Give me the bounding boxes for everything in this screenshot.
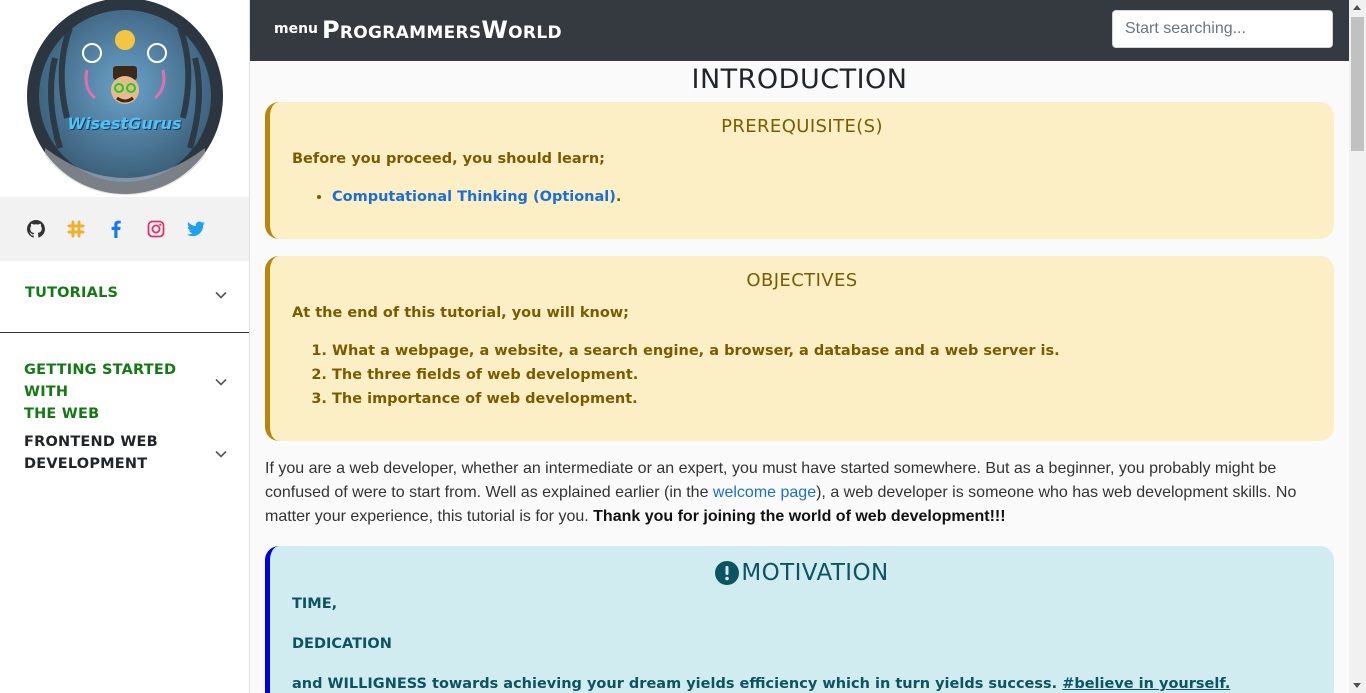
brand-title[interactable]: ProgrammersWorld bbox=[322, 16, 562, 44]
list-item: The three fields of web development. bbox=[332, 363, 1312, 387]
motivation-heading-text: MOTIVATION bbox=[741, 560, 889, 586]
social-links bbox=[0, 197, 249, 261]
prerequisite-link[interactable]: Computational Thinking (Optional) bbox=[332, 189, 616, 205]
intro-paragraph: If you are a web developer, whether an i… bbox=[265, 457, 1334, 529]
nav-getting-started-label-line1: GETTING STARTED WITH bbox=[24, 362, 177, 400]
list-item: Computational Thinking (Optional). bbox=[332, 185, 1312, 209]
paragraph-bold-text: Thank you for joining the world of web d… bbox=[593, 508, 1006, 525]
slack-icon[interactable] bbox=[66, 219, 86, 239]
prerequisites-heading: PREREQUISITE(S) bbox=[721, 116, 883, 137]
prerequisites-list: Computational Thinking (Optional). bbox=[292, 185, 1312, 209]
logo-container: WisestGurus bbox=[0, 0, 249, 197]
top-navbar: menu ProgrammersWorld bbox=[250, 0, 1349, 61]
motivation-heading: MOTIVATION bbox=[292, 560, 1312, 586]
twitter-icon[interactable] bbox=[186, 219, 206, 239]
page-title: INTRODUCTION bbox=[691, 64, 908, 95]
logo-graphic bbox=[26, 0, 223, 195]
scroll-down-arrow-icon[interactable] bbox=[1353, 683, 1361, 688]
list-item: What a webpage, a website, a search engi… bbox=[332, 339, 1312, 363]
search-input[interactable] bbox=[1112, 10, 1333, 48]
main-content: INTRODUCTION PREREQUISITE(S) Before you … bbox=[265, 61, 1334, 693]
objectives-intro: At the end of this tutorial, you will kn… bbox=[292, 305, 629, 321]
motivation-line: TIME, bbox=[292, 596, 338, 612]
nav-frontend-label-line1: FRONTEND WEB bbox=[24, 434, 158, 450]
nav-frontend-label-line2: DEVELOPMENT bbox=[24, 456, 148, 472]
list-item-suffix: . bbox=[615, 189, 622, 205]
site-logo[interactable]: WisestGurus bbox=[25, 0, 225, 195]
objectives-list: What a webpage, a website, a search engi… bbox=[292, 339, 1312, 411]
nav-tutorials[interactable]: TUTORIALS bbox=[0, 261, 249, 333]
objectives-heading: OBJECTIVES bbox=[746, 270, 858, 291]
github-icon[interactable] bbox=[26, 219, 46, 239]
objectives-box: OBJECTIVES At the end of this tutorial, … bbox=[265, 256, 1334, 441]
welcome-page-link[interactable]: welcome page bbox=[713, 484, 816, 501]
logo-text: WisestGurus bbox=[67, 114, 182, 133]
menu-button[interactable]: menu bbox=[274, 21, 318, 37]
prerequisites-intro: Before you proceed, you should learn; bbox=[292, 151, 605, 167]
chevron-down-icon bbox=[215, 378, 227, 386]
motivation-text: and WILLIGNESS towards achieving your dr… bbox=[292, 676, 1063, 692]
motivation-box: MOTIVATION TIME, DEDICATION and WILLIGNE… bbox=[265, 546, 1334, 693]
motivation-line: and WILLIGNESS towards achieving your dr… bbox=[292, 672, 1312, 693]
prerequisites-box: PREREQUISITE(S) Before you proceed, you … bbox=[265, 102, 1334, 239]
facebook-icon[interactable] bbox=[106, 219, 126, 239]
chevron-down-icon bbox=[215, 450, 227, 458]
scroll-up-arrow-icon[interactable] bbox=[1353, 5, 1361, 10]
nav-tutorials-label: TUTORIALS bbox=[25, 285, 119, 301]
motivation-line: DEDICATION bbox=[292, 636, 392, 652]
chevron-down-icon bbox=[215, 291, 227, 299]
nav-getting-started-label-line2: THE WEB bbox=[24, 406, 100, 422]
instagram-icon[interactable] bbox=[146, 219, 166, 239]
sidebar: WisestGurus TUTORIALS GETTING STARTED WI… bbox=[0, 0, 250, 693]
scrollbar-thumb[interactable] bbox=[1351, 17, 1364, 151]
motivation-hashtag: #believe in yourself. bbox=[1062, 676, 1231, 692]
nav-getting-started[interactable]: GETTING STARTED WITH THE WEB bbox=[0, 359, 249, 422]
nav-frontend[interactable]: FRONTEND WEB DEVELOPMENT bbox=[0, 431, 249, 491]
exclamation-circle-icon bbox=[715, 561, 740, 585]
list-item: The importance of web development. bbox=[332, 387, 1312, 411]
